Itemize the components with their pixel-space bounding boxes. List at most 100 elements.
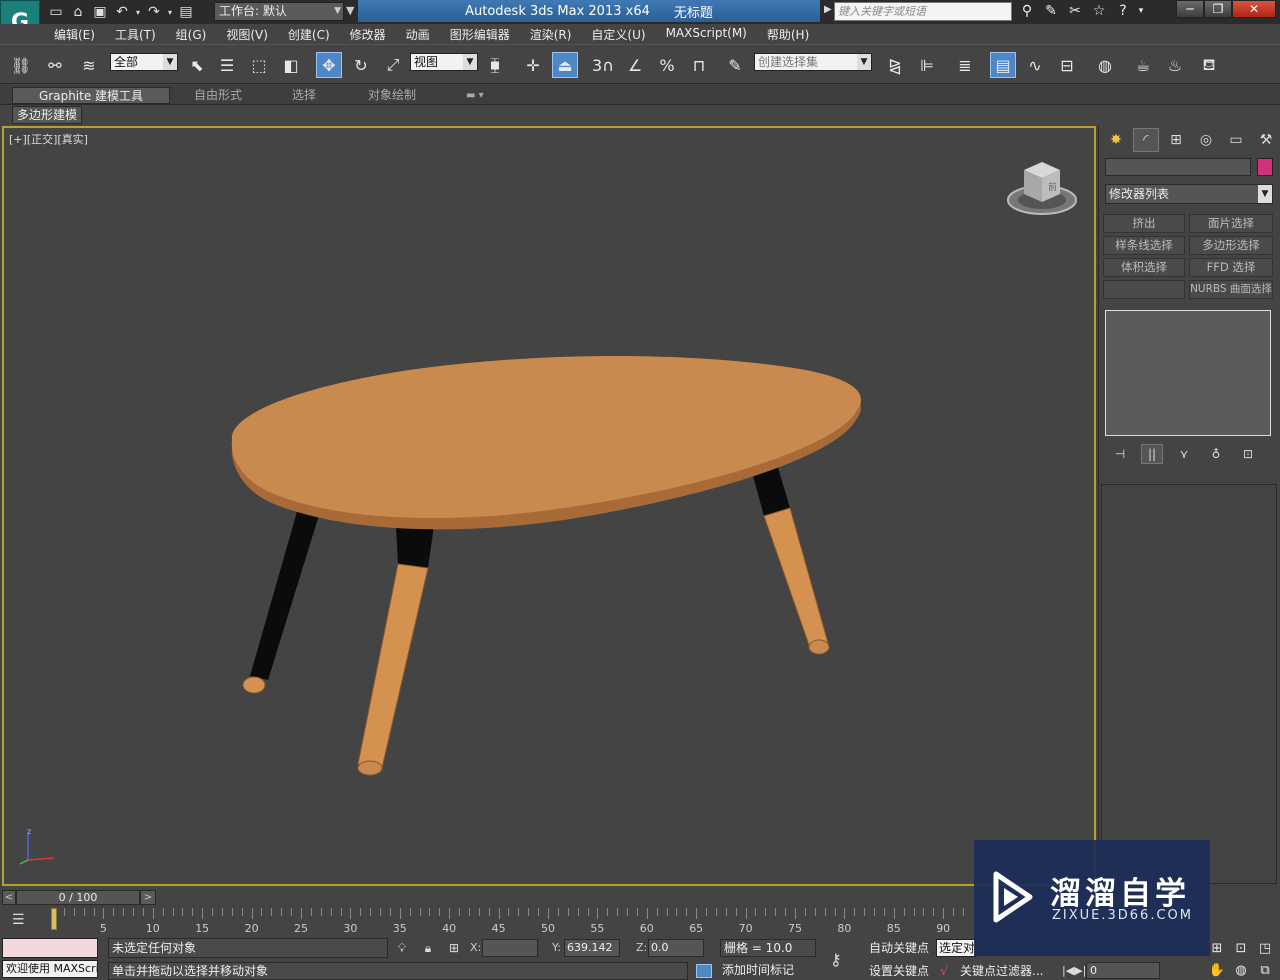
patch-select-button[interactable]: 面片选择 bbox=[1189, 214, 1273, 233]
angle-snap-icon[interactable]: ∠ bbox=[622, 52, 648, 78]
communication-icon[interactable]: ✂ bbox=[1064, 1, 1086, 21]
curve-editor-icon[interactable]: ∿ bbox=[1022, 52, 1048, 78]
menu-edit[interactable]: 编辑(E) bbox=[54, 26, 95, 43]
modify-tab-icon[interactable]: ◜ bbox=[1133, 128, 1159, 152]
object-name-field[interactable] bbox=[1105, 158, 1251, 176]
quick-access-more-icon[interactable]: ▼ bbox=[346, 4, 354, 17]
set-key-icon[interactable]: ⚷ bbox=[830, 950, 842, 969]
spinner-snap-icon[interactable]: ⊓ bbox=[686, 52, 712, 78]
key-filters-button[interactable]: 关键点过滤器... bbox=[940, 962, 1048, 980]
rectangular-selection-icon[interactable]: ⬚ bbox=[246, 52, 272, 78]
poly-select-button[interactable]: 多边形选择 bbox=[1189, 236, 1273, 255]
menu-modifiers[interactable]: 修改器 bbox=[350, 26, 386, 43]
modifier-list-dropdown[interactable]: 修改器列表 bbox=[1105, 184, 1273, 204]
auto-key-button[interactable]: 自动关键点 bbox=[864, 939, 934, 957]
create-tab-icon[interactable]: ✸ bbox=[1103, 128, 1129, 152]
set-key-button[interactable]: 设置关键点 bbox=[864, 962, 934, 980]
select-object-icon[interactable]: ⬉ bbox=[184, 52, 210, 78]
zoom-extents-selected-icon[interactable]: ⊡ bbox=[1230, 938, 1252, 958]
pivot-center-icon[interactable]: ⧯ bbox=[482, 52, 508, 78]
unlink-icon[interactable]: ⚯ bbox=[42, 52, 68, 78]
extrude-button[interactable]: 挤出 bbox=[1103, 214, 1185, 233]
absolute-mode-icon[interactable]: ⊞ bbox=[446, 940, 462, 956]
keyboard-shortcut-override-icon[interactable]: ⏏ bbox=[552, 52, 578, 78]
z-coord-input[interactable]: 0.0 bbox=[648, 939, 704, 957]
binoculars-icon[interactable]: ⚲ bbox=[1016, 1, 1038, 21]
selection-filter-dropdown[interactable]: 全部 bbox=[110, 53, 178, 71]
table-model[interactable] bbox=[4, 128, 1096, 886]
favorites-star-icon[interactable]: ☆ bbox=[1088, 1, 1110, 21]
menu-rendering[interactable]: 渲染(R) bbox=[530, 26, 572, 43]
tab-object-paint[interactable]: 对象绘制 bbox=[368, 87, 416, 104]
maxscript-mini-input[interactable]: 欢迎使用 MAXScri bbox=[2, 960, 98, 978]
maximize-viewport-icon[interactable]: ⧉ bbox=[1254, 960, 1276, 980]
zoom-region-icon[interactable]: ◳ bbox=[1254, 938, 1276, 958]
object-color-swatch[interactable] bbox=[1257, 158, 1273, 176]
pan-icon[interactable]: ✋ bbox=[1206, 960, 1228, 980]
add-time-tag-button[interactable]: 添加时间标记 bbox=[696, 962, 816, 980]
orbit-icon[interactable]: ◍ bbox=[1230, 960, 1252, 980]
time-slider-thumb[interactable]: 0 / 100 bbox=[16, 890, 140, 905]
render-setup-icon[interactable]: ☕ bbox=[1130, 52, 1156, 78]
menu-views[interactable]: 视图(V) bbox=[226, 26, 268, 43]
select-by-name-icon[interactable]: ☰ bbox=[214, 52, 240, 78]
link-icon[interactable]: ⛓ bbox=[8, 52, 34, 78]
close-button[interactable]: ✕ bbox=[1232, 0, 1276, 18]
hierarchy-tab-icon[interactable]: ⊞ bbox=[1163, 128, 1189, 152]
show-end-result-icon[interactable]: || bbox=[1141, 444, 1163, 464]
perspective-viewport[interactable]: [+][正交][真实] 前 z bbox=[2, 126, 1096, 886]
menu-create[interactable]: 创建(C) bbox=[288, 26, 330, 43]
utilities-tab-icon[interactable]: ⚒ bbox=[1253, 128, 1279, 152]
menu-graph-editors[interactable]: 图形编辑器 bbox=[450, 26, 510, 43]
help-icon[interactable]: ? bbox=[1112, 1, 1134, 21]
select-manipulate-icon[interactable]: ✛ bbox=[520, 52, 546, 78]
motion-tab-icon[interactable]: ◎ bbox=[1193, 128, 1219, 152]
maxscript-listener-mini[interactable] bbox=[2, 938, 98, 958]
ffd-select-button[interactable]: FFD 选择 bbox=[1189, 258, 1273, 277]
undo-icon[interactable]: ↶ bbox=[112, 2, 132, 22]
time-slider-prev-icon[interactable]: < bbox=[2, 890, 16, 905]
select-rotate-icon[interactable]: ↻ bbox=[348, 52, 374, 78]
help-dropdown-icon[interactable]: ▾ bbox=[1136, 1, 1146, 21]
project-folder-icon[interactable]: ▤ bbox=[176, 2, 196, 22]
render-production-icon[interactable]: ⛾ bbox=[1196, 52, 1222, 78]
isolate-selection-icon[interactable]: 💡︎ bbox=[394, 940, 410, 956]
undo-dropdown-icon[interactable]: ▾ bbox=[134, 2, 142, 22]
redo-dropdown-icon[interactable]: ▾ bbox=[166, 2, 174, 22]
minimize-button[interactable]: ─ bbox=[1176, 0, 1204, 18]
material-editor-icon[interactable]: ◍ bbox=[1092, 52, 1118, 78]
tab-freeform[interactable]: 自由形式 bbox=[194, 87, 242, 104]
make-unique-icon[interactable]: ⋎ bbox=[1173, 444, 1195, 464]
menu-maxscript[interactable]: MAXScript(M) bbox=[666, 26, 747, 43]
align-icon[interactable]: ⊫ bbox=[914, 52, 940, 78]
menu-tools[interactable]: 工具(T) bbox=[115, 26, 156, 43]
schematic-view-icon[interactable]: ⊟ bbox=[1054, 52, 1080, 78]
save-file-icon[interactable]: ▣ bbox=[90, 2, 110, 22]
workspace-dropdown[interactable]: 工作台: 默认 bbox=[214, 2, 344, 21]
modifier-stack-list[interactable] bbox=[1105, 310, 1271, 436]
y-coord-input[interactable]: 639.142 bbox=[564, 939, 620, 957]
bind-space-warp-icon[interactable]: ≋ bbox=[76, 52, 102, 78]
menu-customize[interactable]: 自定义(U) bbox=[591, 26, 645, 43]
new-file-icon[interactable]: ▭ bbox=[46, 2, 66, 22]
snaps-toggle-icon[interactable]: 3 ∩ bbox=[590, 52, 616, 78]
selection-lock-icon[interactable]: 🔒︎ bbox=[420, 940, 436, 956]
infocenter-expand-icon[interactable]: ▶ bbox=[824, 4, 832, 15]
graphite-toggle-icon[interactable]: ▤ bbox=[990, 52, 1016, 78]
reference-coordinate-dropdown[interactable]: 视图 bbox=[410, 53, 478, 71]
spline-select-button[interactable]: 样条线选择 bbox=[1103, 236, 1185, 255]
tab-selection[interactable]: 选择 bbox=[292, 87, 316, 104]
pin-stack-icon[interactable]: ⊣ bbox=[1109, 444, 1131, 464]
ribbon-options-icon[interactable]: ▬ ▾ bbox=[466, 87, 484, 104]
select-scale-icon[interactable]: ⤢ bbox=[380, 52, 406, 78]
select-move-icon[interactable]: ✥ bbox=[316, 52, 342, 78]
menu-animation[interactable]: 动画 bbox=[406, 26, 430, 43]
tab-graphite-modeling[interactable]: Graphite 建模工具 bbox=[12, 87, 171, 104]
restore-button[interactable]: ❐ bbox=[1204, 0, 1232, 18]
current-frame-input[interactable]: 0 bbox=[1086, 962, 1160, 979]
rendered-frame-icon[interactable]: ♨ bbox=[1162, 52, 1188, 78]
mirror-icon[interactable]: ⧎ bbox=[882, 52, 908, 78]
redo-icon[interactable]: ↷ bbox=[144, 2, 164, 22]
named-selection-dropdown[interactable]: 创建选择集 bbox=[754, 53, 872, 71]
time-slider-next-icon[interactable]: > bbox=[140, 890, 156, 905]
